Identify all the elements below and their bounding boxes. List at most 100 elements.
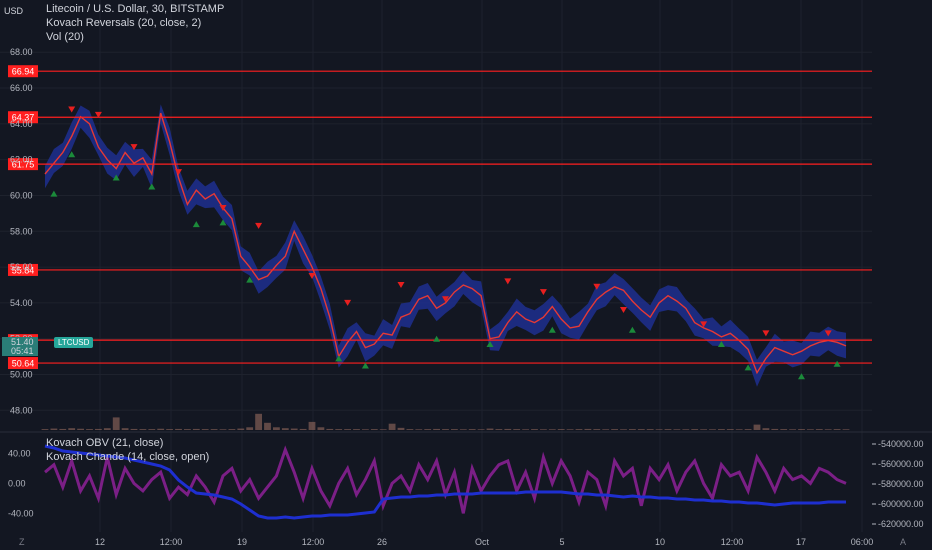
volume-bar bbox=[166, 429, 174, 430]
obv-tick-label: -560000.00 bbox=[878, 459, 924, 469]
volume-bar bbox=[379, 429, 387, 430]
indicator-legend-kovach-reversals[interactable]: Kovach Reversals (20, close, 2) bbox=[46, 17, 201, 29]
price-tick-label: 60.00 bbox=[10, 190, 33, 200]
volume-bar bbox=[388, 423, 396, 430]
volume-bar bbox=[415, 429, 423, 430]
price-tick-label: 56.00 bbox=[10, 262, 33, 272]
zoom-icon[interactable]: Z bbox=[19, 537, 25, 547]
time-axis[interactable]: 12 12:00 19 12:00 26 Oct 5 10 12:00 17 06:00 bbox=[95, 537, 873, 547]
indicator-legend-volume[interactable]: Vol (20) bbox=[46, 31, 84, 43]
volume-bar bbox=[504, 428, 512, 430]
volume-bar bbox=[326, 428, 334, 430]
volume-bar bbox=[682, 429, 690, 430]
volume-bar bbox=[548, 429, 556, 430]
price-tick-label: 54.00 bbox=[10, 298, 33, 308]
volume-bar bbox=[397, 427, 405, 430]
volume-bar bbox=[103, 428, 111, 430]
volume-bar bbox=[762, 428, 770, 430]
chande-tick-label: 0.00 bbox=[8, 478, 26, 488]
volume-bar bbox=[602, 429, 610, 430]
volume-bar bbox=[317, 427, 325, 430]
volume-bar bbox=[584, 428, 592, 430]
time-tick-label: 12 bbox=[95, 537, 105, 547]
volume-bar bbox=[121, 428, 129, 430]
volume-bar bbox=[620, 429, 627, 430]
volume-bar bbox=[148, 429, 156, 430]
price-tick-label: 48.00 bbox=[10, 405, 33, 415]
volume-bar bbox=[566, 429, 574, 430]
volume-bar bbox=[308, 421, 316, 430]
volume-bar bbox=[628, 429, 636, 430]
volume-bar bbox=[344, 429, 352, 430]
volume-bar bbox=[112, 417, 120, 430]
bullish-reversal-marker bbox=[628, 326, 636, 333]
obv-tick-label: -600000.00 bbox=[878, 499, 924, 509]
volume-bar bbox=[780, 429, 788, 430]
volume-bar bbox=[691, 429, 699, 430]
oscillator-axis: -40.00 0.00 40.00 bbox=[8, 448, 34, 518]
volume-bar bbox=[201, 429, 209, 430]
volume-bar bbox=[219, 429, 227, 430]
volume-bar bbox=[717, 429, 725, 430]
volume-bar bbox=[735, 429, 743, 430]
volume-bar bbox=[824, 429, 832, 430]
volume-bar bbox=[361, 429, 369, 430]
volume-bar bbox=[353, 429, 360, 430]
volume-bar bbox=[157, 428, 165, 430]
bearish-reversal-marker bbox=[762, 330, 770, 337]
volume-bar bbox=[442, 429, 449, 430]
price-tick-label: 66.00 bbox=[10, 83, 33, 93]
volume-bar bbox=[593, 429, 601, 430]
volume-bar bbox=[183, 429, 191, 430]
volume-bar bbox=[575, 429, 583, 430]
volume-bar bbox=[664, 429, 672, 430]
volume-bar bbox=[41, 429, 49, 430]
price-tick-label: 68.00 bbox=[10, 47, 33, 57]
bearish-reversal-marker bbox=[255, 222, 263, 229]
volume-bar bbox=[228, 429, 236, 430]
volume-bar bbox=[370, 429, 378, 430]
obv-tick-label: -620000.00 bbox=[878, 519, 924, 529]
volume-bar bbox=[246, 427, 254, 430]
volume-bar bbox=[139, 429, 147, 430]
indicator-legend-kovach-obv[interactable]: Kovach OBV (21, close) bbox=[46, 437, 163, 449]
chande-tick-label: 40.00 bbox=[8, 448, 31, 458]
volume-bar bbox=[495, 429, 503, 430]
bearish-reversal-marker bbox=[397, 281, 405, 288]
volume-bar bbox=[433, 428, 441, 430]
chande-tick-label: -40.00 bbox=[8, 508, 34, 518]
time-tick-label: 19 bbox=[237, 537, 247, 547]
volume-bar bbox=[130, 428, 138, 430]
bullish-reversal-marker bbox=[192, 221, 200, 228]
time-tick-label: 10 bbox=[655, 537, 665, 547]
indicator-legend-kovach-chande[interactable]: Kovach Chande (14, close, open) bbox=[46, 451, 209, 463]
bearish-reversal-marker bbox=[539, 289, 547, 296]
volume-bar bbox=[806, 429, 814, 430]
chart-title[interactable]: Litecoin / U.S. Dollar, 30, BITSTAMP bbox=[46, 3, 224, 15]
volume-bar bbox=[655, 429, 663, 430]
volume-bar bbox=[557, 429, 565, 430]
volatility-band bbox=[45, 104, 846, 387]
volume-bar bbox=[59, 428, 67, 430]
volume-bar bbox=[744, 429, 752, 430]
volume-bar bbox=[264, 422, 271, 430]
volume-bar bbox=[753, 424, 761, 430]
symbol-badge: LTCUSD bbox=[54, 337, 94, 348]
auto-scale-icon[interactable]: A bbox=[900, 537, 906, 547]
volume-bar bbox=[299, 428, 307, 430]
axis-currency-label: USD bbox=[4, 6, 24, 16]
bullish-reversal-marker bbox=[833, 360, 841, 367]
bar-countdown: 05:41 bbox=[2, 346, 38, 356]
volume-bar bbox=[477, 429, 485, 430]
volume-bar bbox=[468, 429, 476, 430]
volume-bar bbox=[833, 429, 841, 430]
volume-bar bbox=[68, 428, 76, 430]
chart-canvas[interactable]: 66.9464.3761.7555.8451.9250.64 48.0050.0… bbox=[0, 0, 932, 550]
level-label: 66.94 bbox=[12, 67, 35, 77]
volume-bar bbox=[77, 428, 85, 430]
volume-bar bbox=[709, 429, 716, 430]
volume-bar bbox=[424, 429, 432, 430]
bullish-reversal-marker bbox=[148, 183, 156, 190]
volume-bar bbox=[50, 428, 58, 430]
volume-bar bbox=[815, 429, 823, 430]
